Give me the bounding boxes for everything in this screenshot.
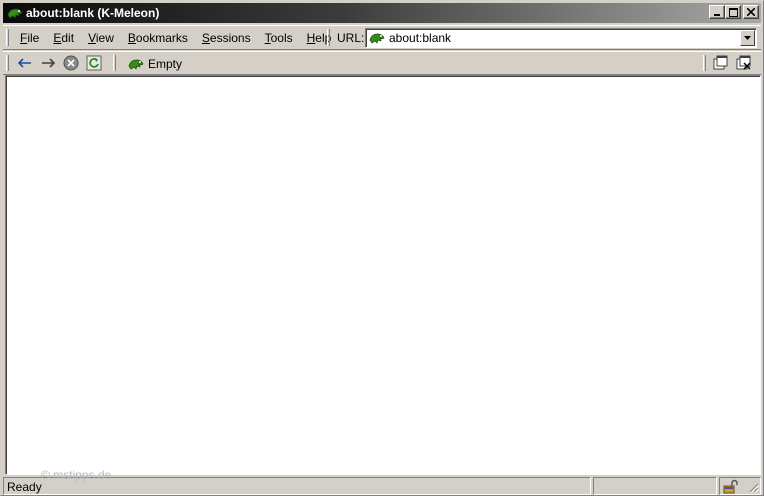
page-content-area[interactable] (5, 75, 761, 475)
status-security-pane (719, 477, 761, 495)
maximize-button[interactable] (725, 5, 741, 19)
urlbar-grip[interactable] (327, 29, 330, 46)
chevron-down-icon (744, 36, 751, 40)
status-progress-pane (593, 477, 717, 495)
browser-window: about:blank (K-Meleon) File Edit View Bo… (0, 0, 764, 496)
page-favicon-icon (369, 31, 385, 45)
bookmarkbar-grip[interactable] (113, 55, 116, 71)
menu-bar: File Edit View Bookmarks Sessions Tools … (13, 26, 338, 49)
bookmark-label: Empty (148, 56, 183, 71)
status-bar: Ready (3, 477, 761, 495)
arrow-left-icon (18, 58, 31, 68)
menu-tools[interactable]: Tools (258, 31, 300, 45)
close-window-icon (736, 55, 751, 70)
minimize-icon (714, 14, 720, 16)
url-label: URL: (337, 31, 365, 45)
reload-icon (86, 55, 102, 71)
arrow-right-icon (42, 58, 55, 68)
k-meleon-logo-icon (7, 6, 23, 20)
windows-icon (713, 55, 728, 70)
menu-url-bar: File Edit View Bookmarks Sessions Tools … (3, 25, 761, 50)
close-button[interactable] (743, 5, 759, 19)
stop-icon (63, 55, 79, 71)
right-toolbar-grip[interactable] (703, 55, 706, 71)
menu-bookmarks[interactable]: Bookmarks (121, 31, 195, 45)
url-dropdown-button[interactable] (740, 30, 755, 46)
minimize-button[interactable] (709, 5, 725, 19)
stop-button[interactable] (61, 54, 81, 72)
navigation-toolbar: Empty (3, 51, 761, 75)
status-text: Ready (7, 480, 42, 494)
watermark-text: © mstipps.de (41, 468, 112, 482)
menu-help[interactable]: Help (300, 31, 339, 45)
close-layer-button[interactable] (734, 54, 754, 72)
forward-button[interactable] (38, 54, 58, 72)
url-input[interactable]: about:blank (365, 28, 757, 48)
resize-grip-icon[interactable] (747, 481, 759, 493)
title-bar[interactable]: about:blank (K-Meleon) (3, 3, 761, 23)
close-icon (747, 8, 755, 16)
menu-edit[interactable]: Edit (46, 31, 81, 45)
new-layer-button[interactable] (711, 54, 731, 72)
k-meleon-bookmark-icon (127, 57, 145, 71)
toolbar-grip[interactable] (6, 55, 9, 71)
url-value: about:blank (389, 31, 452, 45)
maximize-icon (728, 7, 738, 17)
menubar-grip[interactable] (6, 29, 9, 46)
window-title: about:blank (K-Meleon) (26, 6, 160, 20)
back-button[interactable] (15, 54, 35, 72)
unlocked-padlock-icon[interactable] (722, 479, 738, 494)
menu-file[interactable]: File (13, 31, 46, 45)
reload-button[interactable] (84, 54, 104, 72)
menu-view[interactable]: View (81, 31, 121, 45)
menu-sessions[interactable]: Sessions (195, 31, 258, 45)
bookmark-empty[interactable]: Empty (123, 53, 233, 74)
